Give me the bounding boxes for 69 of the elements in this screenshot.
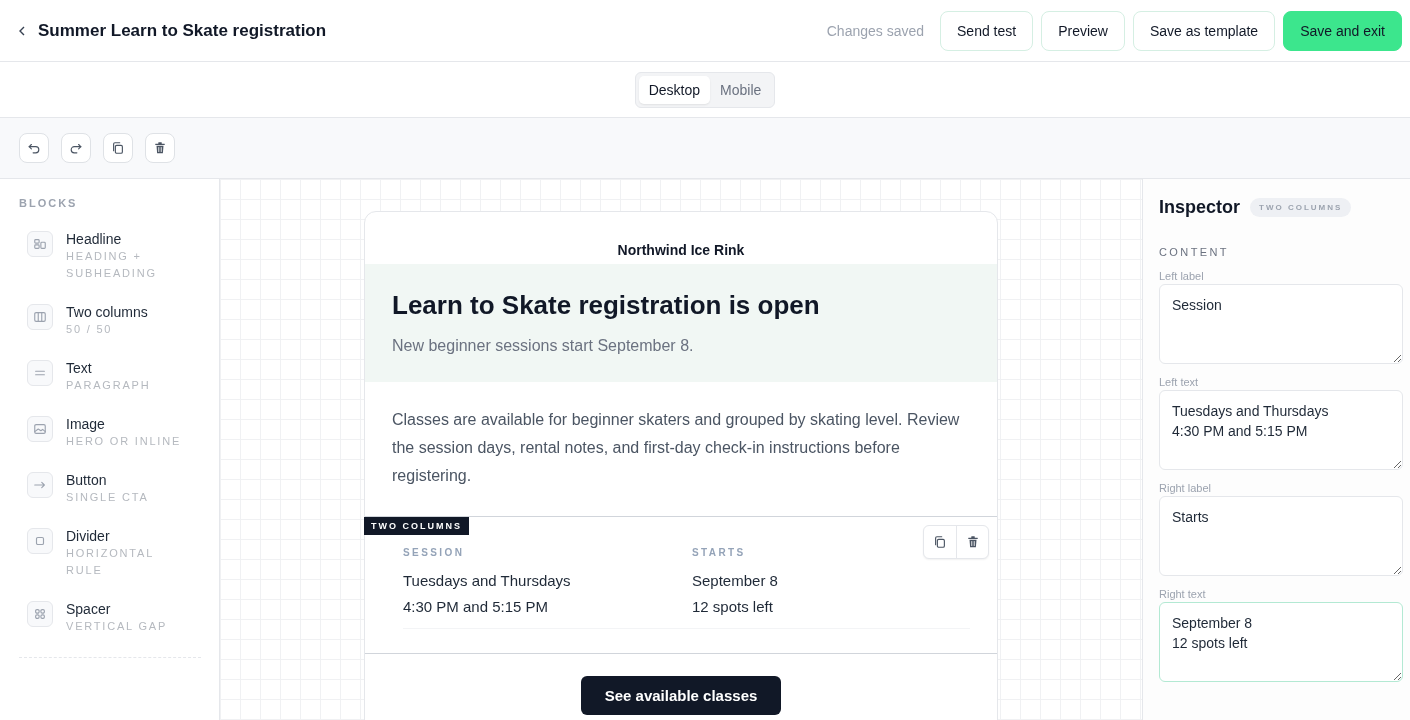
block-hint: 50 / 50 — [66, 322, 114, 337]
hero-subtitle: New beginner sessions start September 8. — [392, 337, 695, 355]
back-chevron-icon[interactable] — [18, 24, 26, 37]
redo-icon — [69, 141, 83, 155]
block-hint: PARAGRAPH — [66, 378, 151, 393]
column-label: STARTS — [692, 547, 747, 558]
block-icon-tile[interactable] — [27, 472, 53, 498]
section-heading: BLOCKS — [19, 197, 79, 209]
block-name[interactable]: Button — [66, 472, 149, 489]
block-name[interactable]: Headline — [66, 231, 186, 248]
duplicate-button[interactable] — [103, 133, 133, 163]
column-text: 12 spots left — [692, 597, 774, 617]
block-hint: HEADING + SUBHEADING — [66, 249, 158, 281]
field-label: Left text — [1159, 376, 1200, 388]
text-area[interactable]: September 8 12 spots left — [1159, 602, 1403, 682]
copy-icon — [111, 141, 125, 155]
field-label: Right label — [1159, 482, 1212, 494]
block-name[interactable]: Text — [66, 360, 151, 377]
view-tab[interactable]: Mobile — [710, 75, 772, 104]
hero-title: Learn to Skate registration is open — [392, 290, 821, 321]
headline-block-icon — [33, 237, 47, 251]
square-icon — [33, 534, 47, 548]
trash-icon — [965, 535, 980, 549]
save-status: Changes saved — [826, 22, 925, 39]
block-hint: HERO OR INLINE — [66, 434, 182, 449]
column-text: Tuesdays and Thursdays — [403, 571, 572, 591]
column-text: September 8 — [692, 571, 779, 591]
undo-icon — [27, 141, 41, 155]
image-icon — [33, 422, 47, 436]
columns-icon — [33, 310, 47, 324]
block-icon-tile[interactable] — [27, 231, 53, 257]
inspector-title: Inspector — [1159, 197, 1241, 218]
block-icon-tile[interactable] — [27, 304, 53, 330]
grid-icon — [33, 607, 47, 621]
block-type-badge: TWO COLUMNS — [1250, 198, 1352, 217]
block-name[interactable]: Image — [66, 416, 182, 433]
redo-button[interactable] — [61, 133, 91, 163]
two-column-block[interactable]: TWO COLUMNS SESSION Tuesdays and Thursdays 4:30 PM and 5:15 PM STARTS September 8 12 spots left — [365, 517, 997, 654]
block-icon-tile[interactable] — [27, 416, 53, 442]
header-button[interactable]: Preview — [1041, 10, 1125, 51]
copy-icon — [933, 535, 947, 549]
brand-name: Northwind Ice Rink — [617, 242, 745, 258]
column-text: 4:30 PM and 5:15 PM — [403, 597, 550, 617]
text-area[interactable]: Tuesdays and Thursdays 4:30 PM and 5:15 PM — [1159, 390, 1403, 470]
block-tag: TWO COLUMNS — [364, 517, 469, 535]
section-heading: CONTENT — [1159, 246, 1230, 258]
undo-button[interactable] — [19, 133, 49, 163]
block-hint: VERTICAL GAP — [66, 619, 168, 634]
text-area[interactable]: Starts — [1159, 496, 1403, 576]
block-hint: HORIZONTAL RULE — [66, 546, 155, 578]
view-tab[interactable]: Desktop — [638, 75, 711, 104]
block-icon-tile[interactable] — [27, 601, 53, 627]
field-label: Right text — [1159, 588, 1207, 600]
text-area[interactable]: Session — [1159, 284, 1403, 364]
header-button[interactable]: Save and exit — [1283, 10, 1402, 51]
block-hint: SINGLE CTA — [66, 490, 149, 505]
cta-button[interactable]: See available classes — [580, 676, 782, 715]
trash-icon — [153, 141, 167, 155]
block-name[interactable]: Divider — [66, 528, 186, 545]
block-name[interactable]: Two columns — [66, 304, 148, 321]
delete-button[interactable] — [145, 133, 175, 163]
header-button[interactable]: Save as template — [1133, 10, 1276, 51]
page-title: Summer Learn to Skate registration — [38, 20, 328, 41]
block-icon-tile[interactable] — [27, 360, 53, 386]
block-icon-tile[interactable] — [27, 528, 53, 554]
header-button[interactable]: Send test — [940, 10, 1034, 51]
field-label: Left label — [1159, 270, 1205, 282]
block-name[interactable]: Spacer — [66, 601, 168, 618]
column-label: SESSION — [403, 547, 466, 558]
